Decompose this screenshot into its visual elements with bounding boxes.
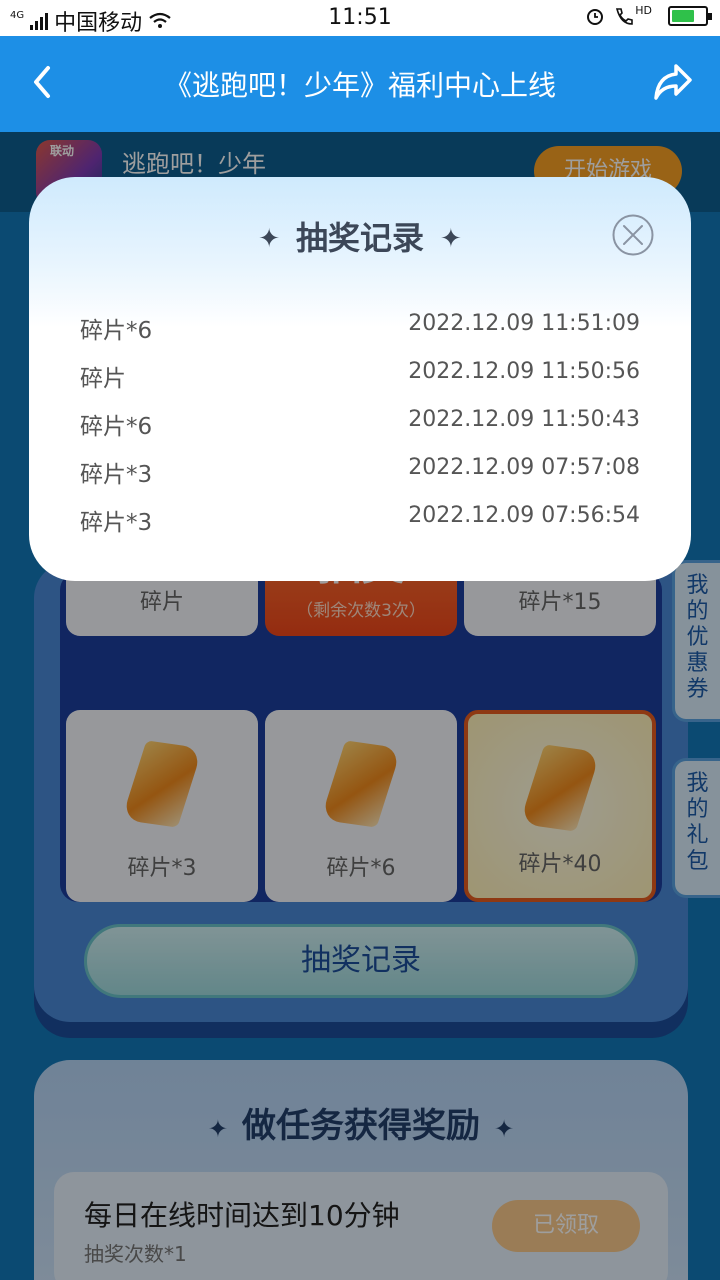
record-time: 2022.12.09 11:51:09 — [408, 311, 640, 336]
record-prize: 碎片 — [80, 366, 126, 392]
record-prize: 碎片*3 — [80, 510, 153, 536]
close-icon[interactable] — [612, 214, 654, 256]
record-time: 2022.12.09 07:57:08 — [408, 455, 640, 480]
sparkle-icon: ✦ — [258, 224, 280, 254]
record-row: 碎片 2022.12.09 11:50:56 — [80, 353, 640, 401]
status-right: HD — [585, 3, 712, 26]
share-icon[interactable] — [652, 62, 694, 102]
record-row: 碎片*6 2022.12.09 11:51:09 — [80, 305, 640, 353]
hd-label: HD — [635, 3, 652, 17]
modal-title: ✦ 抽奖记录 ✦ — [29, 213, 691, 259]
record-time: 2022.12.09 11:50:56 — [408, 359, 640, 384]
record-prize: 碎片*6 — [80, 414, 153, 440]
record-time: 2022.12.09 11:50:43 — [408, 407, 640, 432]
call-hd-icon — [616, 8, 634, 25]
modal-title-text: 抽奖记录 — [295, 219, 424, 257]
sparkle-icon: ✦ — [440, 224, 462, 254]
draw-record-modal: ✦ 抽奖记录 ✦ 碎片*6 2022.12.09 11:51:09 碎片 2022.12… — [29, 177, 691, 581]
nav-bar: 《逃跑吧！少年》福利中心上线 — [0, 36, 720, 132]
record-time: 2022.12.09 07:56:54 — [408, 503, 640, 528]
record-list: 碎片*6 2022.12.09 11:51:09 碎片 2022.12.09 11:… — [80, 305, 640, 545]
status-bar: 4G 中国移动 11:51 HD — [0, 0, 720, 36]
record-prize: 碎片*6 — [80, 318, 153, 344]
record-prize: 碎片*3 — [80, 462, 153, 488]
alarm-icon — [587, 9, 604, 25]
record-row: 碎片*3 2022.12.09 07:56:54 — [80, 497, 640, 545]
record-row: 碎片*6 2022.12.09 11:50:43 — [80, 401, 640, 449]
record-row: 碎片*3 2022.12.09 07:57:08 — [80, 449, 640, 497]
battery-icon — [668, 6, 712, 26]
page-title: 《逃跑吧！少年》福利中心上线 — [163, 69, 556, 102]
